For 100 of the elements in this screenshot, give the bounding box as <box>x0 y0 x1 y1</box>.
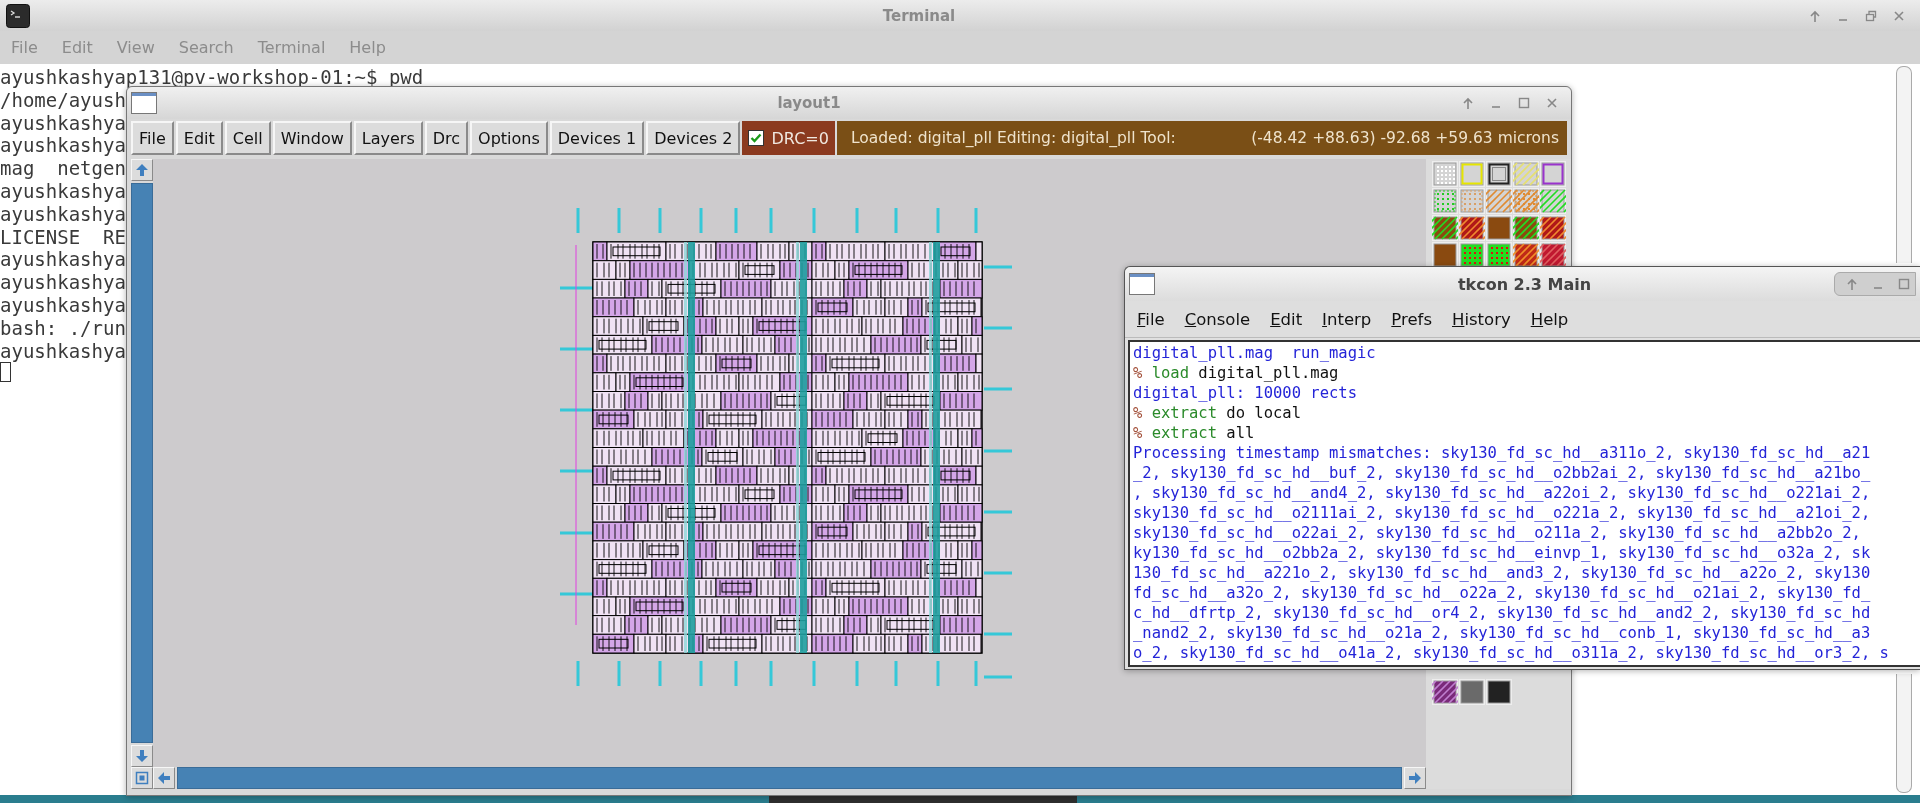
console-line: sky130_fd_sc_hd__o22ai_2, sky130_fd_sc_hd__o211a_2, sky130_fd_sc_hd__a2bb2o_2, <box>1133 523 1862 543</box>
menu-button[interactable]: Window <box>272 121 352 155</box>
menu-item[interactable]: File <box>1137 309 1165 329</box>
scrollbar[interactable] <box>131 183 153 743</box>
window-title: Terminal <box>881 6 957 25</box>
zoom-fit-button[interactable] <box>131 767 153 789</box>
window-icon <box>131 92 157 114</box>
terminal-line: bash: ./run <box>0 316 126 340</box>
coordinates-text: (-48.42 +88.63) -92.68 +59.63 microns <box>1251 129 1559 147</box>
menu-item[interactable]: Interp <box>1322 309 1372 329</box>
layer-swatch-icon[interactable] <box>1540 215 1566 241</box>
layer-swatch-icon[interactable] <box>1432 215 1458 241</box>
terminal-line: ayushkashya <box>0 202 126 226</box>
window-title: layout1 <box>776 94 842 112</box>
menu-button[interactable]: Drc <box>424 121 469 155</box>
arrow-left-icon <box>156 770 172 786</box>
console-line: ky130_fd_sc_hd__o2bb2a_2, sky130_fd_sc_hd__einvp_1, sky130_fd_sc_hd__o32a_2, sk <box>1133 543 1872 563</box>
menu-button[interactable]: Devices 2 <box>646 121 741 155</box>
layer-swatch-icon[interactable] <box>1432 188 1458 214</box>
console-line: fd_sc_hd__a32o_2, sky130_fd_sc_hd__o22a_2, sky130_fd_sc_hd__o21ai_2, sky130_fd_ <box>1133 583 1872 603</box>
scrollbar[interactable] <box>1896 66 1912 263</box>
layer-swatch-icon[interactable] <box>1459 242 1485 268</box>
checkbox-icon[interactable] <box>748 130 765 146</box>
close-icon[interactable] <box>1545 96 1559 110</box>
menu-item[interactable]: History <box>1452 309 1511 329</box>
console-line: , sky130_fd_sc_hd__and4_2, sky130_fd_sc_hd__a22oi_2, sky130_fd_sc_hd__o221ai_2, <box>1133 483 1872 503</box>
menu-button[interactable]: Layers <box>353 121 423 155</box>
arrow-down-icon <box>134 748 150 764</box>
terminal-line: ayushkashyap131@pv-workshop-01:~$ pwd <box>0 66 424 89</box>
layer-swatch-icon[interactable] <box>1540 242 1566 268</box>
layer-swatch-icon[interactable] <box>1432 242 1458 268</box>
up-arrow-icon[interactable] <box>1845 277 1859 291</box>
close-icon[interactable] <box>1892 8 1906 23</box>
terminal-line: ayushkashya <box>0 134 126 158</box>
drc-checkbox[interactable]: DRC=0 <box>742 121 835 155</box>
up-arrow-icon[interactable] <box>1808 8 1822 23</box>
layer-swatch-icon[interactable] <box>1432 679 1458 705</box>
layer-swatch-icon[interactable] <box>1486 215 1512 241</box>
text-cursor <box>0 362 11 383</box>
maximize-icon[interactable] <box>1517 96 1531 110</box>
console-line: digital_pll.mag run_magic <box>1133 343 1377 363</box>
layer-swatch-icon[interactable] <box>1459 161 1485 187</box>
console-line: sky130_fd_sc_hd__o2111ai_2, sky130_fd_sc_hd__o221a_2, sky130_fd_sc_hd__a21oi_2, <box>1133 503 1872 523</box>
terminal-line: ayushkashya <box>0 111 126 135</box>
terminal-line: LICENSE RE <box>0 225 126 249</box>
console-line: c_hd__dfrtp_2, sky130_fd_sc_hd__or4_2, sky130_fd_sc_hd__and2_2, sky130_fd_sc_hd <box>1133 603 1872 623</box>
console-line: digital_pll: 10000 rects <box>1133 383 1358 403</box>
terminal-line: ayushkashya <box>0 293 126 317</box>
menu-button[interactable]: Cell <box>224 121 271 155</box>
terminal-line: mag netgen <box>0 157 126 180</box>
menu-item[interactable]: Edit <box>1270 309 1303 329</box>
layer-swatch-icon[interactable] <box>1459 679 1485 705</box>
menu-item[interactable]: Help <box>1530 309 1569 329</box>
arrow-up-icon <box>134 162 150 178</box>
layer-swatch-icon[interactable] <box>1486 242 1512 268</box>
layer-swatch-icon[interactable] <box>1432 161 1458 187</box>
console-line: % load digital_pll.mag <box>1133 363 1340 383</box>
arrow-right-icon <box>1407 770 1423 786</box>
up-arrow-icon[interactable] <box>1461 96 1475 110</box>
layer-swatch-icon[interactable] <box>1459 215 1485 241</box>
scroll-left-button[interactable] <box>153 767 175 789</box>
restore-icon[interactable] <box>1864 8 1878 23</box>
layer-swatch-icon[interactable] <box>1486 679 1512 705</box>
layer-swatch-icon[interactable] <box>1459 188 1485 214</box>
terminal-line: ayushkashya <box>0 180 126 203</box>
console-line: o_2, sky130_fd_sc_hd__o41a_2, sky130_fd_sc_hd__o311a_2, sky130_fd_sc_hd__or3_2, s <box>1133 643 1890 663</box>
console-line: _nand2_2, sky130_fd_sc_hd__o21a_2, sky130_fd_sc_hd__conb_1, sky130_fd_sc_hd__a3 <box>1133 623 1872 643</box>
menu-button[interactable]: Devices 1 <box>549 121 645 155</box>
square-icon <box>134 770 150 786</box>
menu-button[interactable]: File <box>131 121 174 155</box>
layer-swatch-icon[interactable] <box>1513 161 1539 187</box>
menu-button[interactable]: Edit <box>175 121 223 155</box>
terminal-icon <box>6 3 30 28</box>
scrollbar[interactable] <box>177 767 1402 789</box>
console-line: 130_fd_sc_hd__a221o_2, sky130_fd_sc_hd__and3_2, sky130_fd_sc_hd__a22o_2, sky130 <box>1133 563 1872 583</box>
maximize-icon[interactable] <box>1897 277 1911 291</box>
console-line: _2, sky130_fd_sc_hd__buf_2, sky130_fd_sc_hd__o2bb2ai_2, sky130_fd_sc_hd__a21bo_ <box>1133 463 1872 483</box>
console-line: % extract all <box>1133 423 1256 443</box>
layer-swatch-icon[interactable] <box>1486 188 1512 214</box>
layer-swatch-icon[interactable] <box>1513 242 1539 268</box>
console-line: % extract do local <box>1133 403 1302 423</box>
layer-swatch-icon[interactable] <box>1513 188 1539 214</box>
layer-swatch-icon[interactable] <box>1540 161 1566 187</box>
menu-item[interactable]: Prefs <box>1391 309 1432 329</box>
menu-item[interactable]: Console <box>1184 309 1251 329</box>
layer-swatch-icon[interactable] <box>1540 188 1566 214</box>
layer-swatch-icon[interactable] <box>1486 161 1512 187</box>
status-text: Loaded: digital_pll Editing: digital_pll Tool: <box>850 129 1177 147</box>
menu-button[interactable]: Options <box>470 121 548 155</box>
layer-swatch-icon[interactable] <box>1513 215 1539 241</box>
scroll-right-button[interactable] <box>1404 767 1426 789</box>
window-title: tkcon 2.3 Main <box>1456 274 1593 294</box>
scroll-up-button[interactable] <box>131 159 153 181</box>
console-line: Processing timestamp mismatches: sky130_fd_sc_hd__a311o_2, sky130_fd_sc_hd__a21 <box>1133 443 1872 463</box>
scroll-down-button[interactable] <box>131 745 153 767</box>
terminal-line: ayushkashya <box>0 248 126 272</box>
terminal-line: /home/ayush <box>0 88 126 112</box>
scrollbar[interactable] <box>1896 674 1912 793</box>
window-icon <box>1129 273 1155 295</box>
terminal-line: ayushkashya <box>0 339 126 363</box>
